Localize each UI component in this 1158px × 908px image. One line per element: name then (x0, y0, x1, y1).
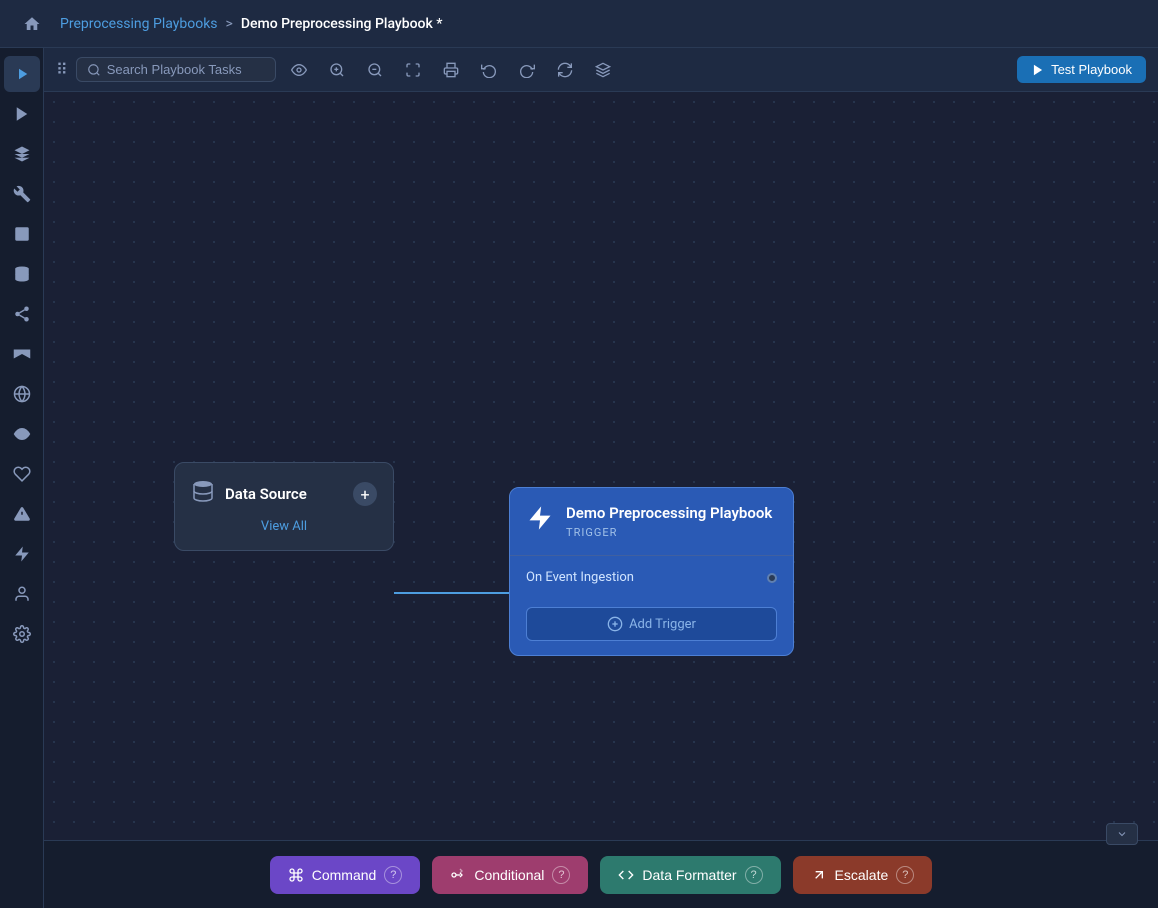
breadcrumb-current: Demo Preprocessing Playbook * (241, 16, 443, 32)
sidebar-item-user[interactable] (4, 576, 40, 612)
breadcrumb: Preprocessing Playbooks > Demo Preproces… (60, 16, 443, 32)
datasource-add-button[interactable]: + (353, 482, 377, 506)
sidebar-item-integrations[interactable] (4, 136, 40, 172)
sidebar-item-alerts[interactable] (4, 496, 40, 532)
trigger-type-label: TRIGGER (566, 526, 772, 539)
home-icon[interactable] (16, 8, 48, 40)
dataformatter-help-icon[interactable]: ? (745, 866, 763, 884)
trigger-events: On Event Ingestion (510, 555, 793, 599)
sidebar-item-gear[interactable] (4, 616, 40, 652)
conditional-icon (450, 867, 466, 883)
trigger-event-dot (767, 573, 777, 583)
add-trigger-icon (607, 616, 623, 632)
sidebar-item-playbooks[interactable] (4, 56, 40, 92)
command-button[interactable]: Command ? (270, 856, 421, 894)
escalate-icon (811, 867, 827, 883)
escalate-help-icon[interactable]: ? (896, 866, 914, 884)
conditional-button[interactable]: Conditional ? (432, 856, 588, 894)
sidebar-item-handshake[interactable] (4, 456, 40, 492)
canvas[interactable]: Data Source + View All (44, 92, 1158, 840)
fit-screen-btn[interactable] (398, 55, 428, 85)
sidebar-item-data[interactable] (4, 256, 40, 292)
arrow-line (394, 592, 514, 594)
dataformatter-icon (618, 867, 634, 883)
main-layout: ⠿ (0, 48, 1158, 908)
datasource-title: Data Source (225, 485, 343, 503)
test-playbook-button[interactable]: Test Playbook (1017, 56, 1146, 83)
zoom-in-btn[interactable] (322, 55, 352, 85)
add-trigger-label: Add Trigger (629, 617, 696, 632)
sidebar (0, 48, 44, 908)
datasource-node[interactable]: Data Source + View All (174, 462, 394, 551)
sidebar-item-globe[interactable] (4, 376, 40, 412)
escalate-label: Escalate (835, 867, 889, 883)
layers-btn[interactable] (588, 55, 618, 85)
command-label: Command (312, 867, 377, 883)
sidebar-item-cases[interactable] (4, 216, 40, 252)
sidebar-item-network[interactable] (4, 296, 40, 332)
search-icon (87, 63, 101, 77)
sidebar-item-broadcast[interactable] (4, 336, 40, 372)
breadcrumb-link[interactable]: Preprocessing Playbooks (60, 16, 218, 32)
sidebar-item-run[interactable] (4, 96, 40, 132)
sidebar-item-lightning[interactable] (4, 536, 40, 572)
trigger-title: Demo Preprocessing Playbook (566, 504, 772, 524)
command-icon (288, 867, 304, 883)
toolbar: ⠿ (44, 48, 1158, 92)
escalate-button[interactable]: Escalate ? (793, 856, 933, 894)
command-help-icon[interactable]: ? (384, 866, 402, 884)
sidebar-item-observe[interactable] (4, 416, 40, 452)
trigger-event-row: On Event Ingestion (526, 566, 777, 589)
add-trigger-button[interactable]: Add Trigger (526, 607, 777, 641)
dataformatter-label: Data Formatter (642, 867, 736, 883)
trigger-header: Demo Preprocessing Playbook TRIGGER (510, 488, 793, 555)
redo-btn[interactable] (512, 55, 542, 85)
collapse-button[interactable] (1106, 823, 1138, 845)
sidebar-item-tools[interactable] (4, 176, 40, 212)
search-box[interactable] (76, 57, 276, 82)
print-btn[interactable] (436, 55, 466, 85)
bottom-toolbar: Command ? Conditional ? Data Formatter ?… (44, 840, 1158, 908)
search-input[interactable] (107, 62, 257, 77)
top-header: Preprocessing Playbooks > Demo Preproces… (0, 0, 1158, 48)
visibility-btn[interactable] (284, 55, 314, 85)
arrow-connector (394, 587, 524, 599)
dataformatter-button[interactable]: Data Formatter ? (600, 856, 780, 894)
trigger-info: Demo Preprocessing Playbook TRIGGER (566, 504, 772, 539)
trigger-node[interactable]: Demo Preprocessing Playbook TRIGGER On E… (509, 487, 794, 656)
conditional-label: Conditional (474, 867, 544, 883)
canvas-area: ⠿ (44, 48, 1158, 908)
datasource-icon (191, 479, 215, 509)
datasource-view-all[interactable]: View All (191, 519, 377, 534)
grip-icon: ⠿ (56, 60, 68, 79)
undo-btn[interactable] (474, 55, 504, 85)
refresh-btn[interactable] (550, 55, 580, 85)
conditional-help-icon[interactable]: ? (552, 866, 570, 884)
breadcrumb-separator: > (226, 16, 233, 32)
zoom-out-btn[interactable] (360, 55, 390, 85)
trigger-event-label: On Event Ingestion (526, 570, 634, 585)
trigger-lightning-icon (526, 504, 554, 539)
